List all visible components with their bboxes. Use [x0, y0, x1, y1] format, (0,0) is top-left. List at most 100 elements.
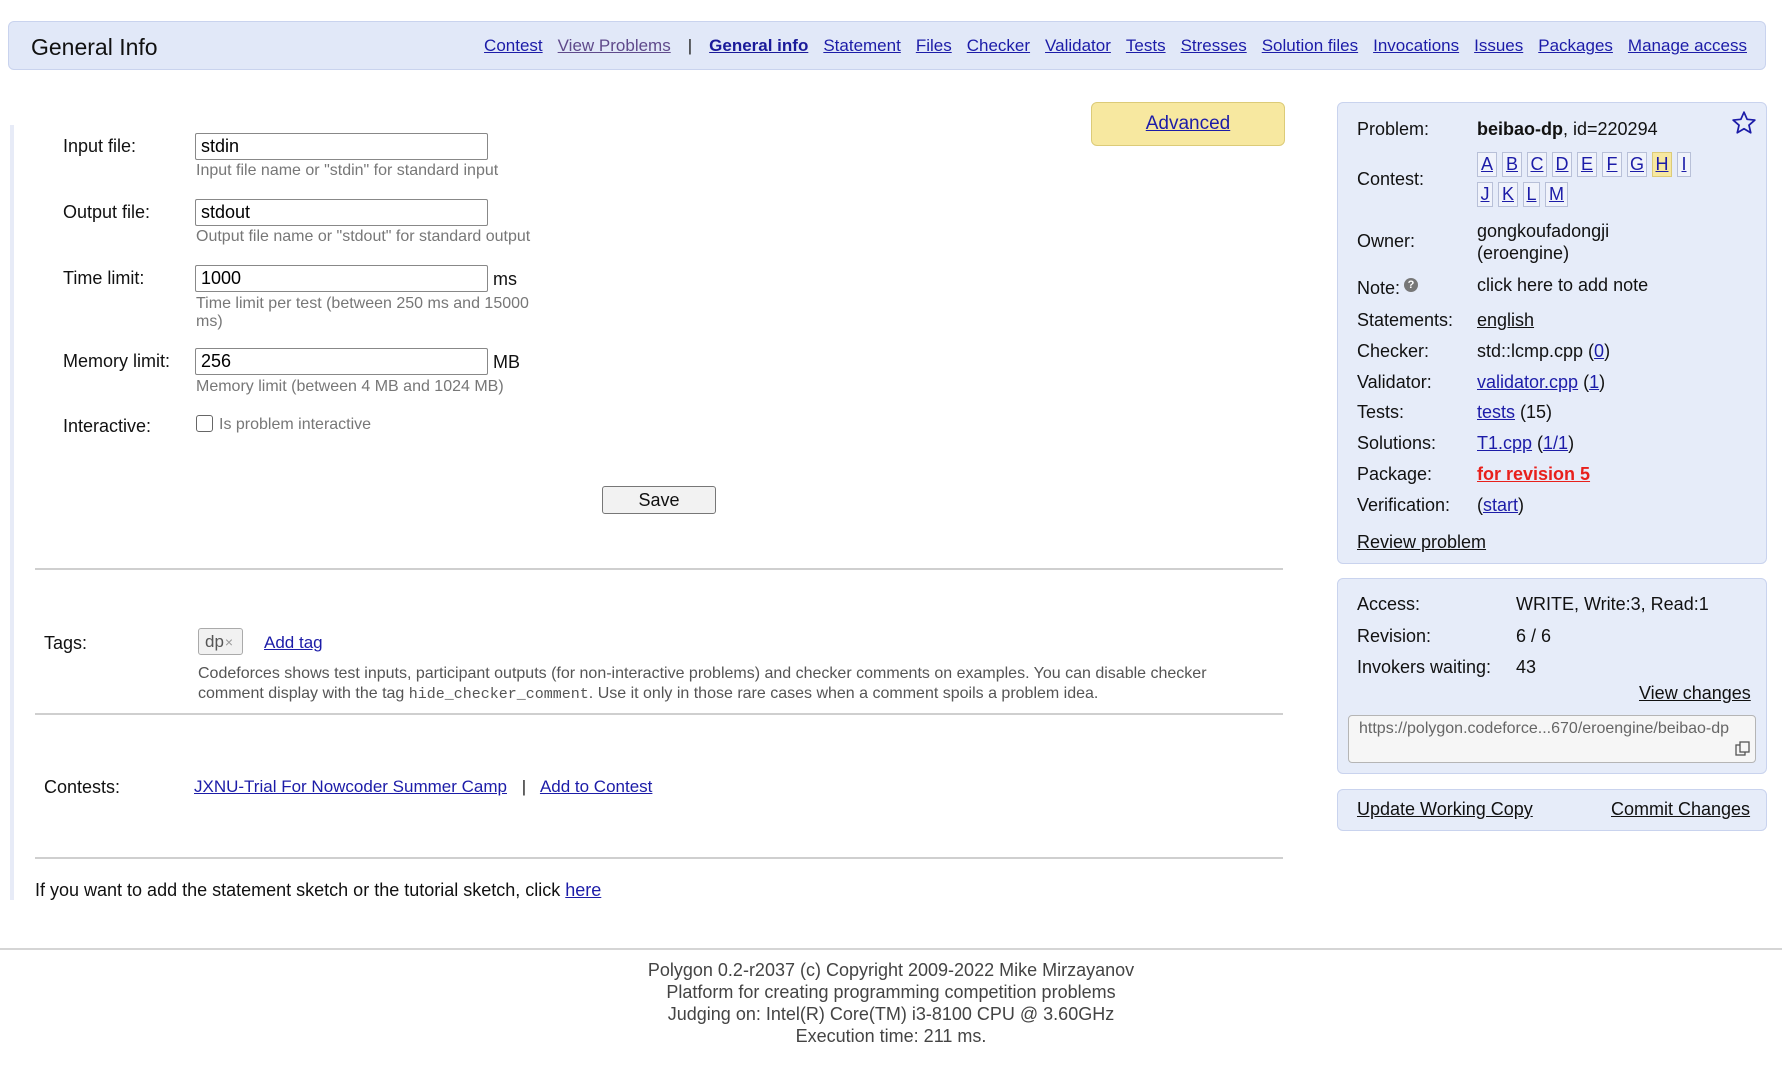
- help-icon[interactable]: ?: [1404, 278, 1419, 292]
- tag-chip-dp: dp×: [198, 628, 243, 655]
- contest-letters-row1: A B C D E F G H I: [1477, 152, 1691, 177]
- nav-issues[interactable]: Issues: [1474, 36, 1523, 56]
- add-note-link[interactable]: click here to add note: [1477, 275, 1648, 296]
- advanced-link[interactable]: Advanced: [1146, 113, 1231, 134]
- footer-copyright: Polygon 0.2-r2037 (c) Copyright 2009-202…: [647, 960, 1135, 980]
- owner-value: gongkoufadongji (eroengine): [1477, 220, 1609, 264]
- time-limit-hint-line1: Time limit per test (between 250 ms and …: [196, 295, 529, 312]
- contest-letter-d[interactable]: D: [1552, 152, 1572, 177]
- sketch-text: If you want to add the statement sketch …: [35, 880, 566, 900]
- statements-label: Statements:: [1357, 310, 1454, 330]
- revision-label: Revision:: [1357, 626, 1432, 646]
- review-problem-link[interactable]: Review problem: [1357, 532, 1486, 553]
- footer-execution-time: Execution time: 211 ms.: [795, 1026, 987, 1046]
- nav-general-info[interactable]: General info: [709, 36, 808, 56]
- top-nav: Contest View Problems | General info Sta…: [484, 36, 1747, 56]
- validator-count-link[interactable]: 1: [1589, 372, 1599, 392]
- page-title: General Info: [31, 34, 158, 60]
- package-revision-link[interactable]: for revision 5: [1477, 464, 1590, 485]
- owner-handle: (eroengine): [1477, 243, 1570, 263]
- owner-label: Owner:: [1357, 231, 1416, 251]
- invokers-waiting-value: 43: [1516, 657, 1537, 677]
- nav-manage-access[interactable]: Manage access: [1628, 36, 1747, 56]
- output-file-field[interactable]: [195, 199, 488, 226]
- contest-link[interactable]: JXNU-Trial For Nowcoder Summer Camp: [194, 777, 507, 796]
- contest-letter-b[interactable]: B: [1502, 152, 1522, 177]
- commit-changes-link[interactable]: Commit Changes: [1611, 799, 1750, 820]
- contest-letter-i[interactable]: I: [1677, 152, 1691, 177]
- time-limit-unit: ms: [493, 269, 517, 289]
- validator-open: (: [1578, 372, 1590, 392]
- note-label-wrap: Note:?: [1357, 278, 1419, 299]
- add-to-contest-link[interactable]: Add to Contest: [540, 777, 652, 796]
- revision-value: 6 / 6: [1516, 626, 1552, 646]
- interactive-checkbox-label: Is problem interactive: [219, 416, 372, 433]
- nav-packages[interactable]: Packages: [1538, 36, 1613, 56]
- advanced-button[interactable]: Advanced: [1091, 102, 1285, 146]
- nav-tests[interactable]: Tests: [1126, 36, 1166, 56]
- statements-english-link[interactable]: english: [1477, 310, 1534, 331]
- sketch-here-link[interactable]: here: [565, 880, 601, 900]
- solutions-count-link[interactable]: 1/1: [1543, 433, 1568, 453]
- owner-login: gongkoufadongji: [1477, 221, 1610, 241]
- solution-file-link[interactable]: T1.cpp: [1477, 433, 1532, 453]
- output-file-label: Output file:: [63, 202, 151, 222]
- remove-tag-icon[interactable]: ×: [225, 634, 233, 650]
- tests-count: (15): [1515, 402, 1553, 422]
- time-limit-field[interactable]: [195, 265, 488, 292]
- interactive-checkbox[interactable]: [196, 415, 213, 432]
- nav-validator[interactable]: Validator: [1045, 36, 1111, 56]
- nav-checker[interactable]: Checker: [967, 36, 1030, 56]
- contest-letters-row2: J K L M: [1477, 182, 1568, 207]
- nav-solution-files[interactable]: Solution files: [1262, 36, 1358, 56]
- contest-letter-m[interactable]: M: [1545, 182, 1568, 207]
- access-label: Access:: [1357, 594, 1421, 614]
- contest-label: Contest:: [1357, 169, 1425, 189]
- add-tag-link[interactable]: Add tag: [264, 633, 323, 653]
- copy-icon[interactable]: [1734, 740, 1752, 758]
- validator-close: ): [1599, 372, 1606, 392]
- contest-letter-l[interactable]: L: [1523, 182, 1540, 207]
- tests-link[interactable]: tests: [1477, 402, 1515, 422]
- input-file-field[interactable]: [195, 133, 488, 160]
- solutions-close: ): [1568, 433, 1575, 453]
- validator-file-link[interactable]: validator.cpp: [1477, 372, 1578, 392]
- star-icon[interactable]: [1731, 110, 1757, 136]
- time-limit-label: Time limit:: [63, 268, 145, 288]
- tags-desc-after: . Use it only in those rare cases when a…: [588, 685, 1099, 702]
- nav-statement[interactable]: Statement: [823, 36, 901, 56]
- tag-name: dp: [205, 632, 224, 651]
- checker-label: Checker:: [1357, 341, 1430, 361]
- contest-letter-e[interactable]: E: [1577, 152, 1597, 177]
- contest-letter-f[interactable]: F: [1602, 152, 1622, 177]
- nav-view-problems[interactable]: View Problems: [558, 36, 671, 56]
- contest-letter-k[interactable]: K: [1498, 182, 1518, 207]
- contest-letter-c[interactable]: C: [1527, 152, 1547, 177]
- view-changes-link[interactable]: View changes: [1639, 683, 1751, 704]
- contest-letter-j[interactable]: J: [1477, 182, 1493, 207]
- page-header: General Info Contest View Problems | Gen…: [8, 21, 1766, 70]
- nav-contest[interactable]: Contest: [484, 36, 543, 56]
- memory-limit-hint: Memory limit (between 4 MB and 1024 MB): [196, 378, 504, 395]
- contest-letter-a[interactable]: A: [1477, 152, 1497, 177]
- memory-limit-field[interactable]: [195, 348, 488, 375]
- note-label: Note:: [1357, 278, 1401, 298]
- problem-url-field[interactable]: https://polygon.codeforce...670/eroengin…: [1348, 715, 1756, 763]
- save-button[interactable]: Save: [602, 486, 716, 514]
- tags-desc-line1: Codeforces shows test inputs, participan…: [198, 665, 1207, 682]
- nav-stresses[interactable]: Stresses: [1181, 36, 1247, 56]
- verification-start-link[interactable]: start: [1483, 495, 1518, 515]
- checker-count-link[interactable]: 0: [1594, 341, 1604, 361]
- sketch-note: If you want to add the statement sketch …: [35, 880, 601, 901]
- nav-invocations[interactable]: Invocations: [1373, 36, 1459, 56]
- problem-label: Problem:: [1357, 119, 1430, 139]
- update-working-copy-link[interactable]: Update Working Copy: [1357, 799, 1533, 820]
- nav-files[interactable]: Files: [916, 36, 952, 56]
- verification-label: Verification:: [1357, 495, 1451, 515]
- input-file-hint: Input file name or "stdin" for standard …: [196, 162, 499, 179]
- tags-description: Codeforces shows test inputs, participan…: [198, 664, 1288, 705]
- footer-divider: [0, 948, 1782, 950]
- contest-letter-g[interactable]: G: [1627, 152, 1647, 177]
- tests-label: Tests:: [1357, 402, 1405, 422]
- contest-letter-h-current[interactable]: H: [1652, 152, 1672, 177]
